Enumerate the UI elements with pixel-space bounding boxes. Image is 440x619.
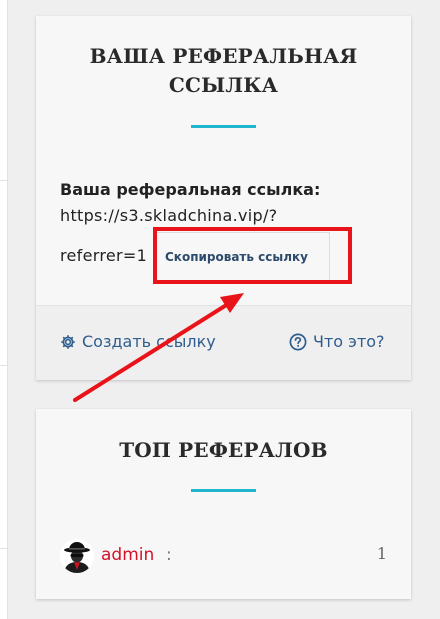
arrow-head xyxy=(220,293,244,313)
annotation-arrow xyxy=(73,293,244,402)
arrow-shaft xyxy=(73,302,230,402)
